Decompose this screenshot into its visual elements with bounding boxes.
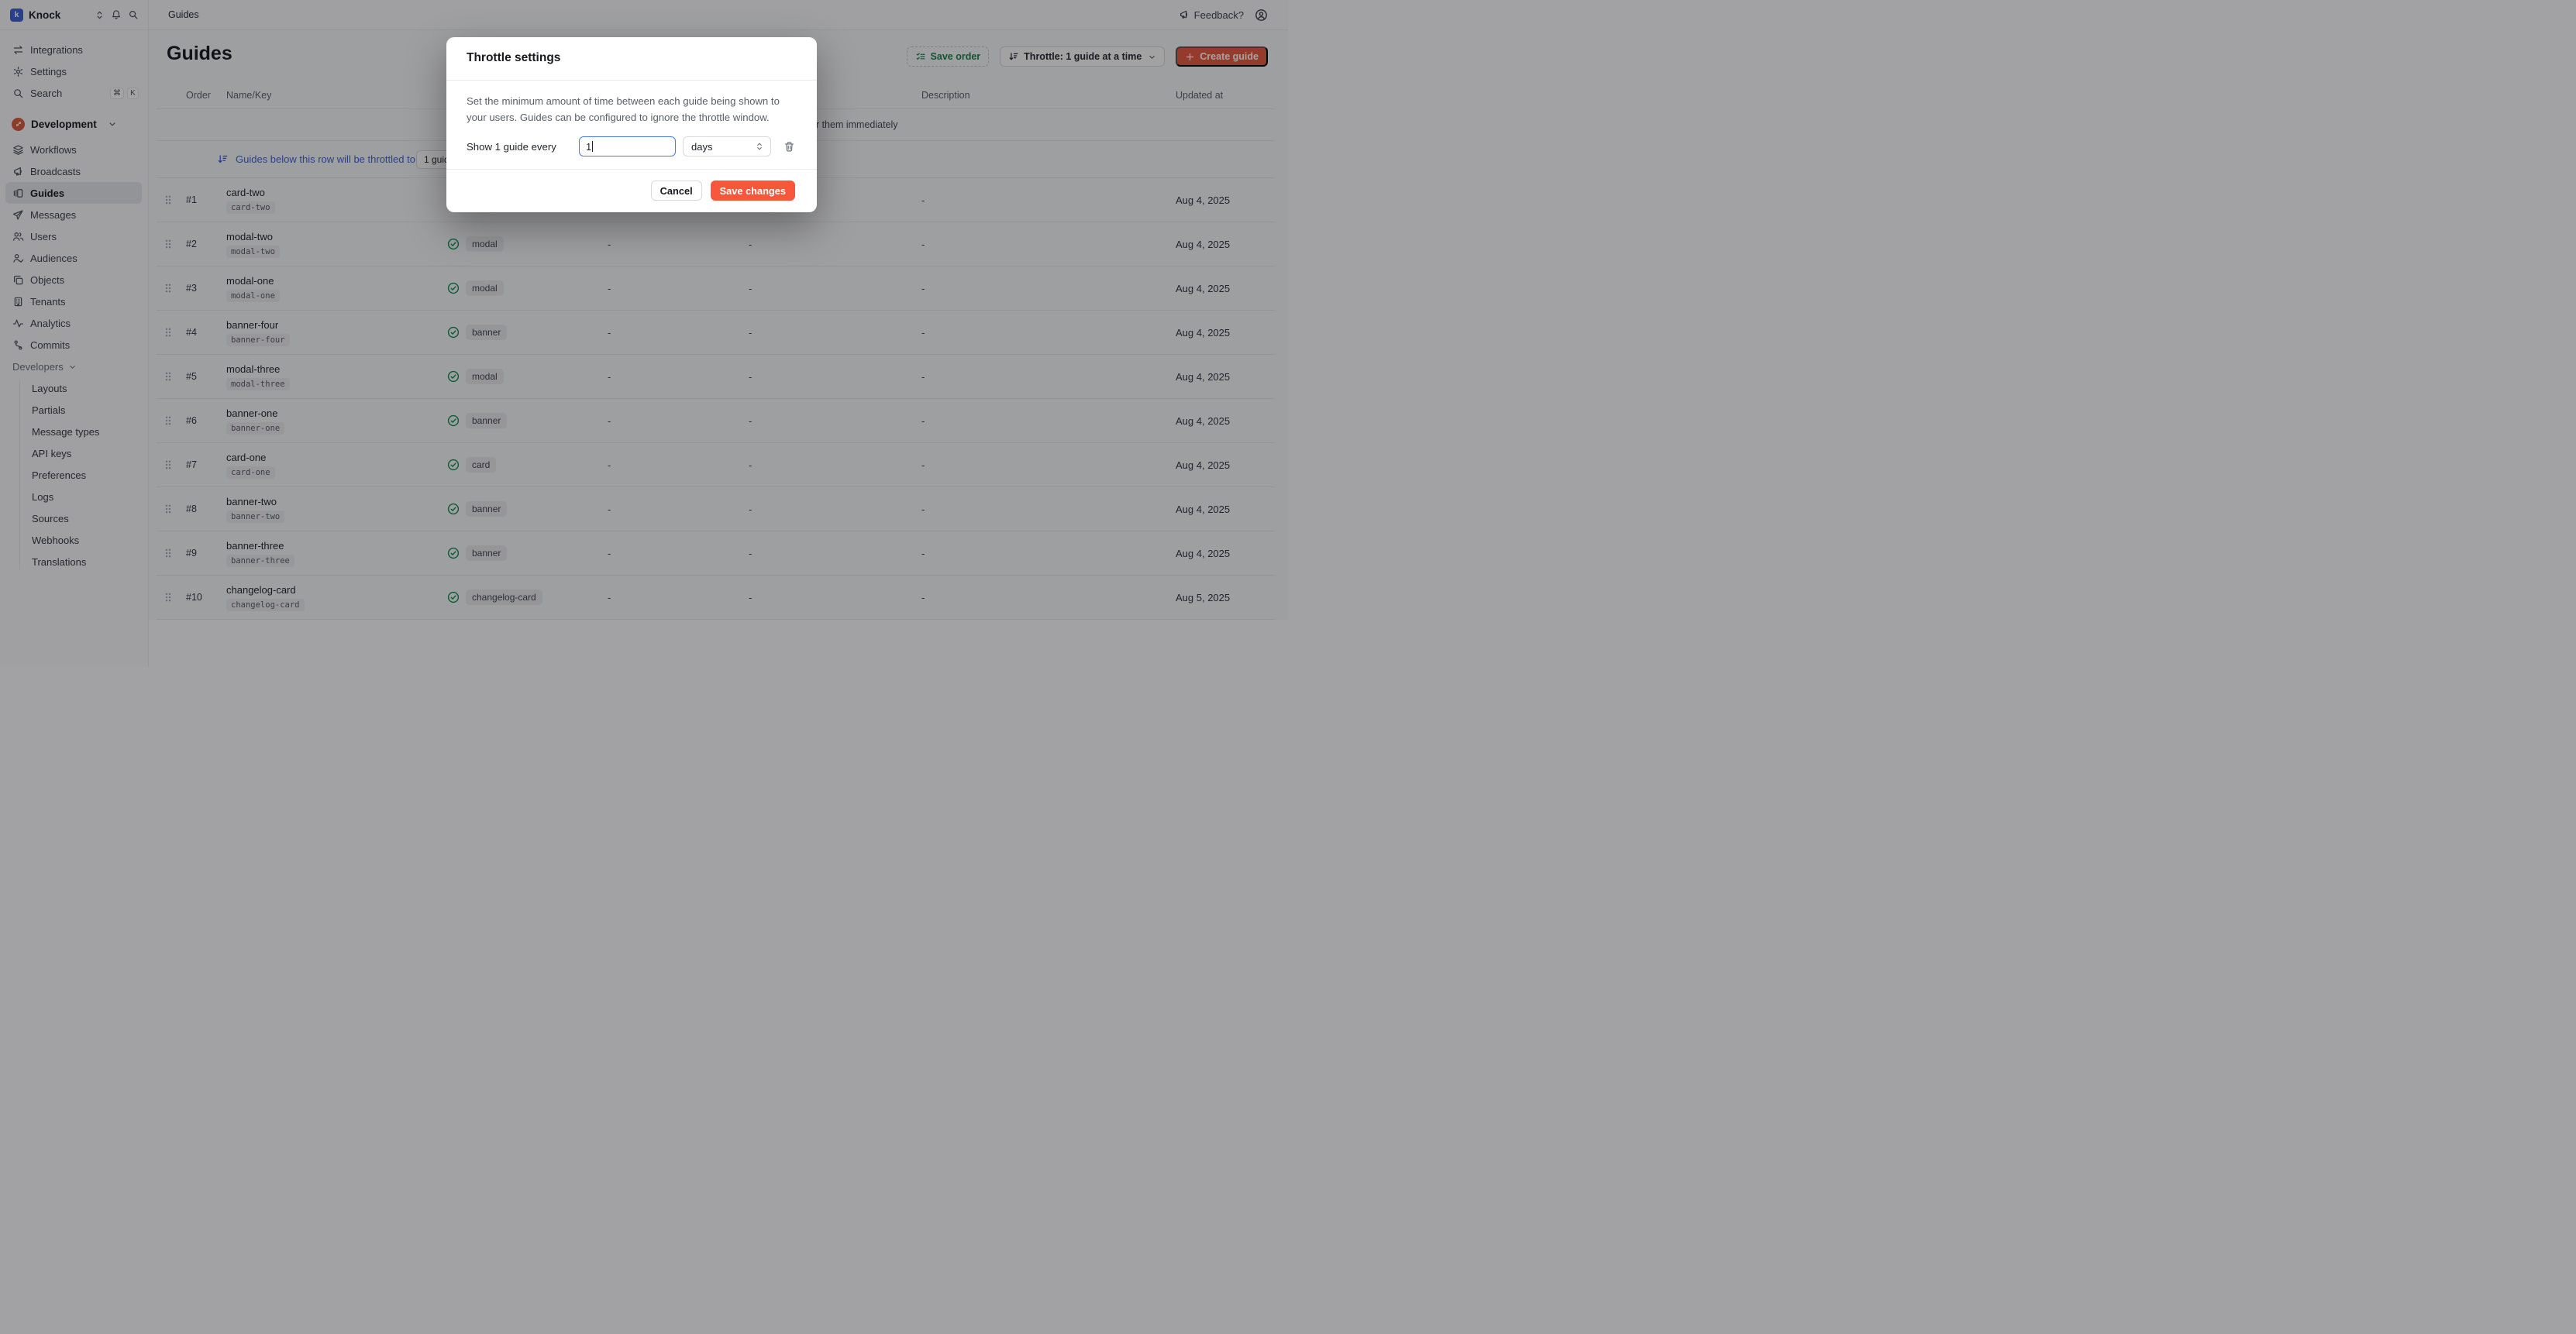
- throttle-field-label: Show 1 guide every: [467, 141, 579, 153]
- stepper-chevrons-icon: [755, 141, 764, 152]
- modal-title: Throttle settings: [467, 51, 797, 65]
- cancel-button[interactable]: Cancel: [651, 181, 702, 201]
- text-caret: [592, 141, 593, 152]
- throttle-amount-value: 1: [586, 141, 591, 153]
- throttle-amount-input[interactable]: 1: [579, 136, 676, 156]
- modal-overlay[interactable]: [0, 0, 2576, 1334]
- throttle-unit-value: days: [691, 141, 712, 153]
- save-changes-button[interactable]: Save changes: [711, 181, 795, 201]
- throttle-unit-select[interactable]: days: [683, 136, 771, 156]
- delete-throttle-icon[interactable]: [783, 141, 795, 153]
- throttle-settings-modal: Throttle settings Set the minimum amount…: [446, 37, 817, 212]
- modal-description: Set the minimum amount of time between e…: [467, 94, 797, 125]
